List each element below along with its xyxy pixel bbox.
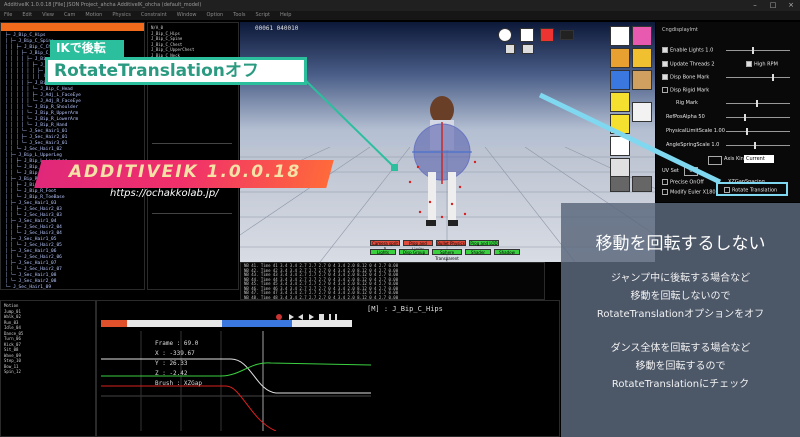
overlay-para1-line1: ジャンプ中に後転する場合など <box>610 273 751 284</box>
rotate-off-text: RotateTranslationオフ <box>48 60 304 82</box>
overlay-para2-line3: RotateTranslationにチェック <box>611 379 750 390</box>
overlay-para2-line1: ダンス全体を回転する場合など <box>610 343 751 354</box>
brand-url: https://ochakkolab.jp/ <box>110 188 219 199</box>
explanation-overlay: 移動を回転するしない ジャンプ中に後転する場合など 移動を回転しないので Rot… <box>561 203 800 437</box>
overlay-para1-line3: RotateTranslationオプションをオフ <box>596 309 765 320</box>
ik-backflip-callout: IKで後転 <box>50 40 124 57</box>
rotate-off-callout: RotateTranslationオフ <box>45 57 307 85</box>
overlay-para1-line2: 移動を回転しないので <box>630 291 731 302</box>
brand-title: ADDITIVEIK 1.0.0.18 <box>68 162 302 182</box>
overlay-para2-line2: 移動を回転するので <box>635 361 726 372</box>
overlay-heading: 移動を回転するしない <box>595 234 766 254</box>
